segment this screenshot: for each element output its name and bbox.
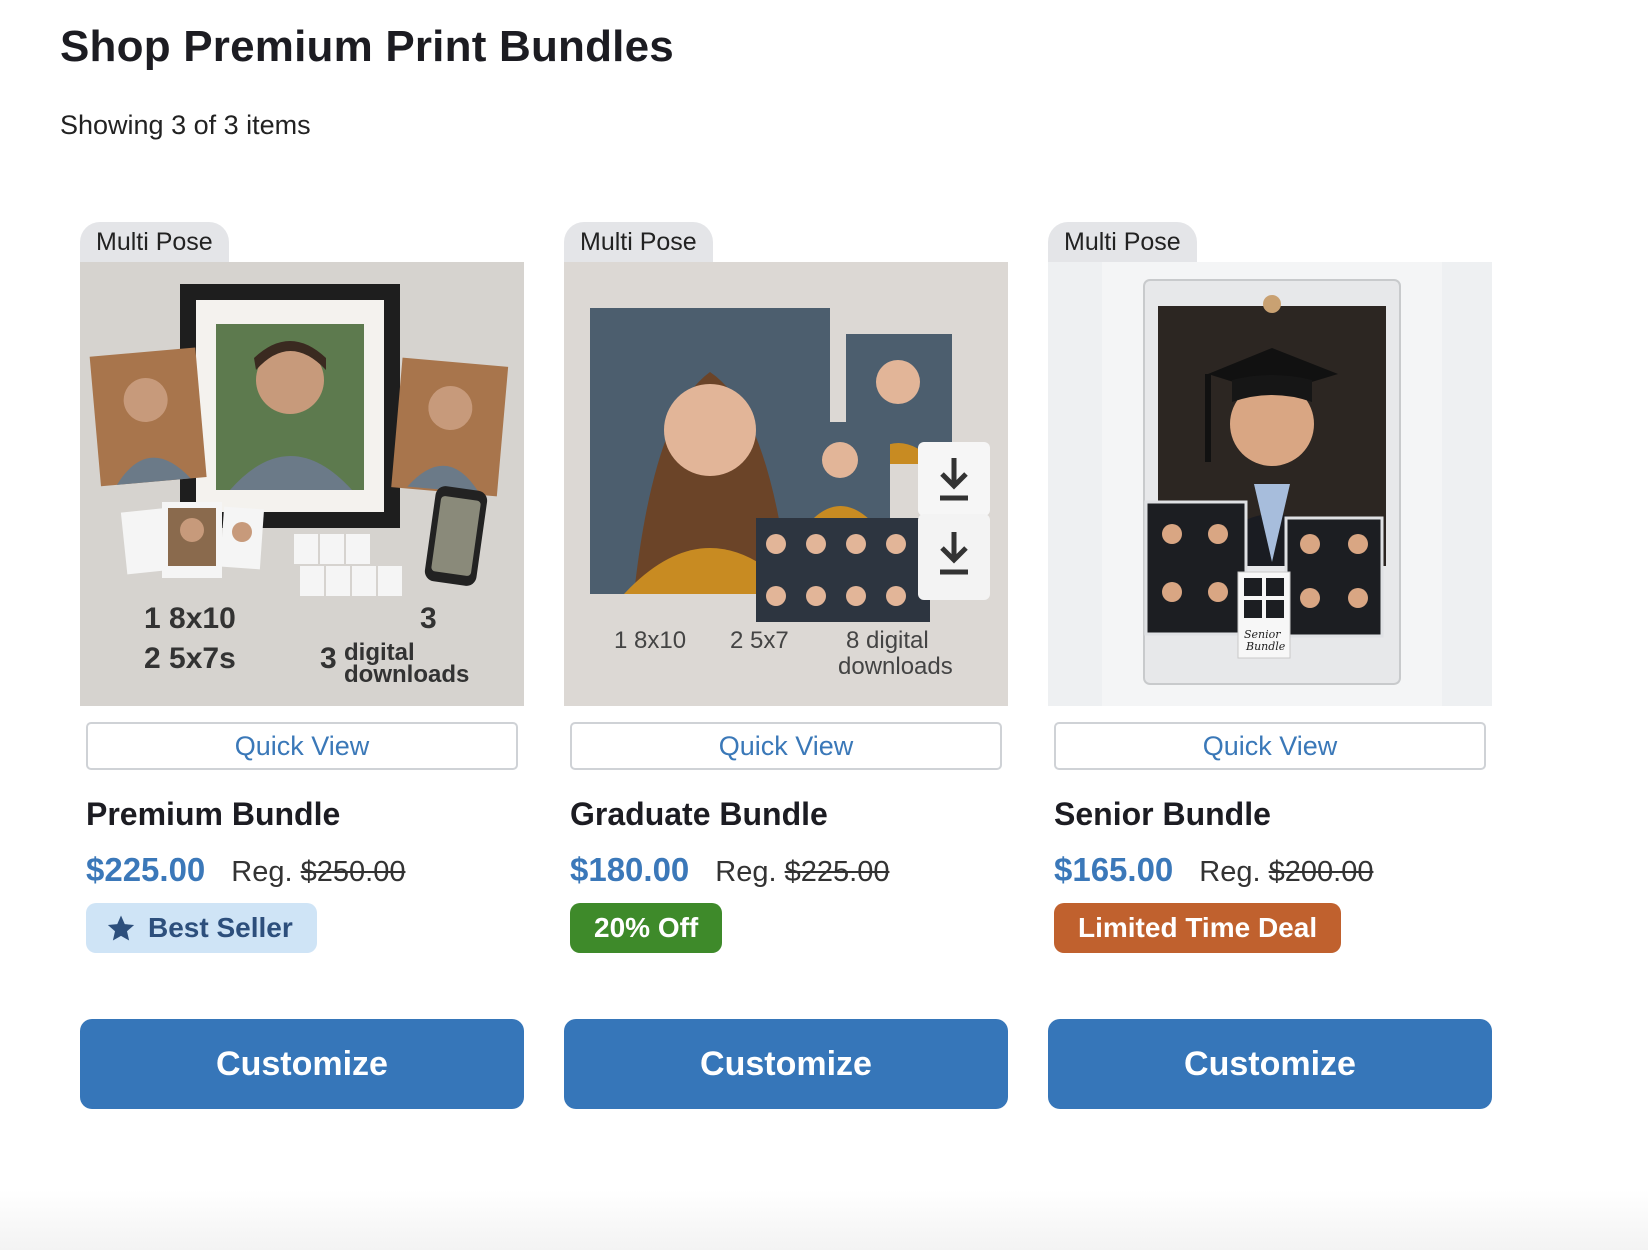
discount-badge: 20% Off <box>570 903 723 953</box>
product-card-graduate: Multi Pose 1 8x10 2 5x7 8 digital downlo… <box>564 222 1008 1109</box>
reg-label: Reg. <box>231 856 293 888</box>
best-seller-badge: Best Seller <box>86 903 317 953</box>
reg-price-value: $225.00 <box>784 856 890 888</box>
price-row: $225.00 Reg. $250.00 <box>86 851 518 889</box>
reg-label: Reg. <box>1199 856 1261 888</box>
product-name[interactable]: Premium Bundle <box>86 796 518 833</box>
customize-button[interactable]: Customize <box>564 1019 1008 1109</box>
product-name[interactable]: Senior Bundle <box>1054 796 1486 833</box>
quick-view-button[interactable]: Quick View <box>570 722 1002 770</box>
image-label-digital: 8 digital <box>846 627 929 654</box>
sale-price: $225.00 <box>86 851 206 888</box>
regular-price: Reg. $200.00 <box>1199 856 1373 889</box>
badge-label: Limited Time Deal <box>1078 912 1318 943</box>
image-label-downloads: downloads <box>344 661 469 688</box>
page-footer-shade <box>0 1190 1648 1250</box>
product-card-senior: Multi Pose Senior Bundle Quick View Seni… <box>1048 222 1492 1109</box>
customize-button[interactable]: Customize <box>80 1019 524 1109</box>
product-image-graduate[interactable]: 1 8x10 2 5x7 8 digital downloads <box>564 262 1008 706</box>
badge-label: Best Seller <box>148 912 293 943</box>
image-label-8x10: 1 8x10 <box>144 602 236 635</box>
image-label-count-2: 3 <box>320 642 337 675</box>
pose-tag: Multi Pose <box>1048 222 1197 262</box>
badge-label: 20% Off <box>594 912 699 943</box>
limited-deal-badge: Limited Time Deal <box>1054 903 1342 953</box>
page-title: Shop Premium Print Bundles <box>60 22 674 71</box>
product-image-premium[interactable]: 1 8x10 2 5x7s 3 3 digital downloads <box>80 262 524 706</box>
image-label-8x10: 1 8x10 <box>614 627 686 654</box>
customize-button[interactable]: Customize <box>1048 1019 1492 1109</box>
price-row: $180.00 Reg. $225.00 <box>570 851 1002 889</box>
image-label-5x7: 2 5x7 <box>730 627 789 654</box>
reg-price-value: $250.00 <box>300 856 406 888</box>
quick-view-button[interactable]: Quick View <box>1054 722 1486 770</box>
product-card-premium: Multi Pose 1 8x10 2 5x7s 3 3 digital dow… <box>80 222 524 1109</box>
product-name[interactable]: Graduate Bundle <box>570 796 1002 833</box>
pose-tag: Multi Pose <box>80 222 229 262</box>
star-icon <box>107 915 135 941</box>
product-image-senior[interactable]: Senior Bundle <box>1048 262 1492 706</box>
reg-label: Reg. <box>715 856 777 888</box>
image-label-count: 3 <box>420 602 437 635</box>
image-label-downloads: downloads <box>838 653 953 680</box>
pose-tag: Multi Pose <box>564 222 713 262</box>
sale-price: $165.00 <box>1054 851 1174 888</box>
sale-price: $180.00 <box>570 851 690 888</box>
result-count: Showing 3 of 3 items <box>60 110 311 140</box>
image-label-bundle: Bundle <box>1245 640 1286 653</box>
regular-price: Reg. $225.00 <box>715 856 889 889</box>
regular-price: Reg. $250.00 <box>231 856 405 889</box>
image-label-5x7: 2 5x7s <box>144 642 236 675</box>
price-row: $165.00 Reg. $200.00 <box>1054 851 1486 889</box>
reg-price-value: $200.00 <box>1268 856 1374 888</box>
quick-view-button[interactable]: Quick View <box>86 722 518 770</box>
